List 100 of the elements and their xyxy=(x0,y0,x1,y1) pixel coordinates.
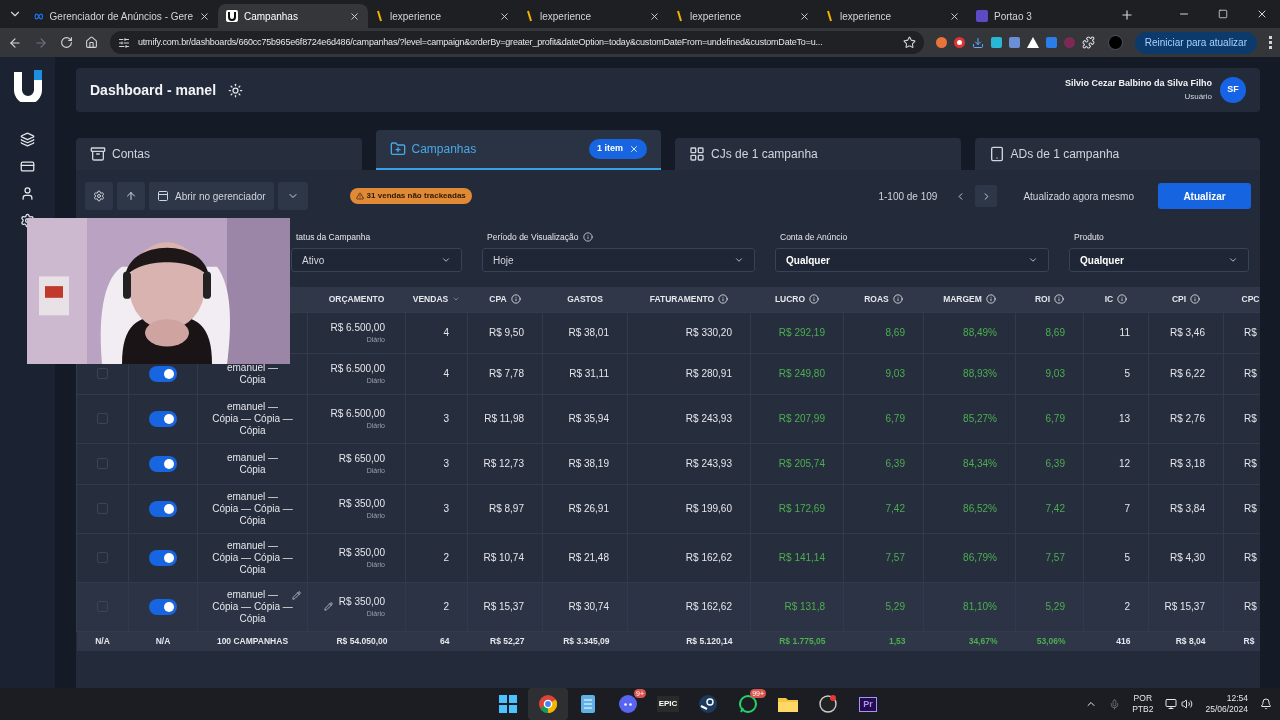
browser-tab[interactable]: lexperience xyxy=(818,4,968,28)
filter-select[interactable]: Qualquer xyxy=(1069,248,1249,272)
info-icon[interactable] xyxy=(582,232,593,242)
layers-icon[interactable] xyxy=(20,132,35,147)
status-toggle[interactable] xyxy=(149,410,177,427)
close-icon[interactable] xyxy=(499,10,510,22)
close-icon[interactable] xyxy=(199,10,210,22)
notification-icon[interactable] xyxy=(1260,698,1272,710)
user-avatar[interactable]: SF xyxy=(1220,77,1246,103)
up-button[interactable] xyxy=(117,182,145,210)
theme-icon[interactable] xyxy=(228,82,244,98)
new-tab-icon[interactable] xyxy=(1120,8,1134,22)
edit-icon[interactable] xyxy=(323,602,333,611)
section-tab[interactable]: CJs de 1 campanha xyxy=(675,138,961,170)
bookmark-icon[interactable] xyxy=(902,36,916,49)
column-header[interactable]: VENDAS xyxy=(405,287,468,312)
browser-tab[interactable]: lexperience xyxy=(668,4,818,28)
column-header[interactable]: CPI xyxy=(1148,287,1224,312)
close-icon[interactable] xyxy=(1256,8,1268,20)
close-icon[interactable] xyxy=(799,10,810,22)
card-icon[interactable] xyxy=(20,159,35,174)
settings-button[interactable] xyxy=(85,182,113,210)
address-field[interactable]: utmify.com.br/dashboards/660cc75b965e6f8724e6d486/campanhas/?level=campaign&orderBy=greater_profit&dateOption=today&customDateFrom=undefined&customDateTo=u... xyxy=(110,31,924,54)
more-icon[interactable] xyxy=(1269,36,1272,49)
table-cell: R$ 3,46 xyxy=(1148,312,1224,353)
section-tab[interactable]: Campanhas 1 item xyxy=(375,130,661,170)
back-icon[interactable] xyxy=(8,35,22,50)
column-header[interactable]: CPA xyxy=(467,287,543,312)
clock-date[interactable]: 25/06/2024 xyxy=(1205,704,1248,715)
refresh-button[interactable]: Atualizar xyxy=(1158,183,1251,209)
row-checkbox[interactable] xyxy=(97,412,108,424)
status-toggle[interactable] xyxy=(149,455,177,472)
extension-icon[interactable] xyxy=(990,37,1002,48)
filter-select[interactable]: Qualquer xyxy=(775,248,1049,272)
column-header[interactable]: ROAS xyxy=(843,287,924,312)
column-header[interactable]: MARGEM xyxy=(923,287,1016,312)
close-icon[interactable] xyxy=(349,10,360,22)
network-icon[interactable] xyxy=(1165,698,1178,710)
warning-badge[interactable]: 31 vendas não trackeadas xyxy=(349,188,472,204)
info-icon[interactable] xyxy=(1117,294,1128,305)
open-manager-button[interactable]: Abrir no gerenciador xyxy=(149,182,274,210)
status-toggle[interactable] xyxy=(149,500,177,517)
section-tab[interactable]: ADs de 1 campanha xyxy=(974,138,1260,170)
filter-select[interactable]: Ativo xyxy=(291,248,462,272)
next-page-button[interactable] xyxy=(975,185,998,207)
info-icon[interactable] xyxy=(510,294,521,305)
edit-icon[interactable] xyxy=(292,590,301,600)
browser-tab[interactable]: lexperience xyxy=(368,4,518,28)
close-icon[interactable] xyxy=(949,10,960,22)
filter-select[interactable]: Hoje xyxy=(482,248,755,272)
column-header[interactable]: FATURAMENTO xyxy=(627,287,751,312)
column-header[interactable]: CPC xyxy=(1223,287,1260,312)
column-header[interactable]: IC xyxy=(1083,287,1149,312)
browser-tab[interactable]: Portao 3 xyxy=(968,4,1118,28)
clock-time[interactable]: 12:54 xyxy=(1226,693,1248,704)
settings-icon xyxy=(93,190,105,202)
info-icon[interactable] xyxy=(1054,294,1065,305)
taskbar-button[interactable]: Pr xyxy=(848,688,888,720)
table-cell: 5,29 xyxy=(1015,582,1084,631)
row-checkbox[interactable] xyxy=(97,502,108,514)
table-cell: R$ 292,19 xyxy=(750,312,844,353)
info-icon[interactable] xyxy=(985,294,996,305)
close-icon[interactable] xyxy=(649,10,660,22)
user-icon[interactable] xyxy=(20,186,35,201)
table-cell: 8,69 xyxy=(843,312,924,353)
status-toggle[interactable] xyxy=(149,598,177,615)
volume-icon[interactable] xyxy=(1181,698,1194,710)
taskbar-button[interactable]: EPIC xyxy=(648,688,688,720)
status-toggle[interactable] xyxy=(149,549,177,566)
info-icon[interactable] xyxy=(892,294,903,305)
section-tab[interactable]: Contas xyxy=(76,138,362,170)
row-checkbox[interactable] xyxy=(97,367,108,379)
info-icon[interactable] xyxy=(718,294,729,305)
filter-chip[interactable]: 1 item xyxy=(589,139,647,159)
row-checkbox[interactable] xyxy=(97,551,108,563)
info-icon[interactable] xyxy=(809,294,820,305)
extension-icon[interactable] xyxy=(953,37,965,48)
home-icon[interactable] xyxy=(85,36,98,49)
table-cell: 3 xyxy=(405,484,468,533)
row-checkbox[interactable] xyxy=(97,457,108,469)
maximize-icon[interactable] xyxy=(1218,9,1228,19)
column-header[interactable]: ORÇAMENTO xyxy=(307,287,406,312)
column-header[interactable]: ROI xyxy=(1015,287,1084,312)
language-code[interactable]: POR xyxy=(1133,693,1153,704)
browser-tab[interactable]: Campanhas xyxy=(218,4,368,28)
taskbar-button[interactable] xyxy=(528,688,568,720)
column-header[interactable]: GASTOS xyxy=(542,287,628,312)
column-header[interactable]: LUCRO xyxy=(750,287,844,312)
info-icon[interactable] xyxy=(1190,294,1201,305)
download-icon[interactable] xyxy=(971,36,984,49)
extensions-icon[interactable] xyxy=(1081,36,1095,49)
table-cell: 5,29 xyxy=(843,582,924,631)
status-toggle[interactable] xyxy=(149,365,177,382)
forward-icon[interactable] xyxy=(34,35,48,50)
browser-tab[interactable]: Gerenciador de Anúncios - Gere xyxy=(26,4,218,28)
microphone-icon[interactable] xyxy=(1109,698,1121,710)
browser-tab[interactable]: lexperience xyxy=(518,4,668,28)
update-button[interactable]: Reiniciar para atualizar xyxy=(1134,31,1257,54)
reload-icon[interactable] xyxy=(60,36,73,49)
keyboard-layout[interactable]: PTB2 xyxy=(1132,704,1154,715)
